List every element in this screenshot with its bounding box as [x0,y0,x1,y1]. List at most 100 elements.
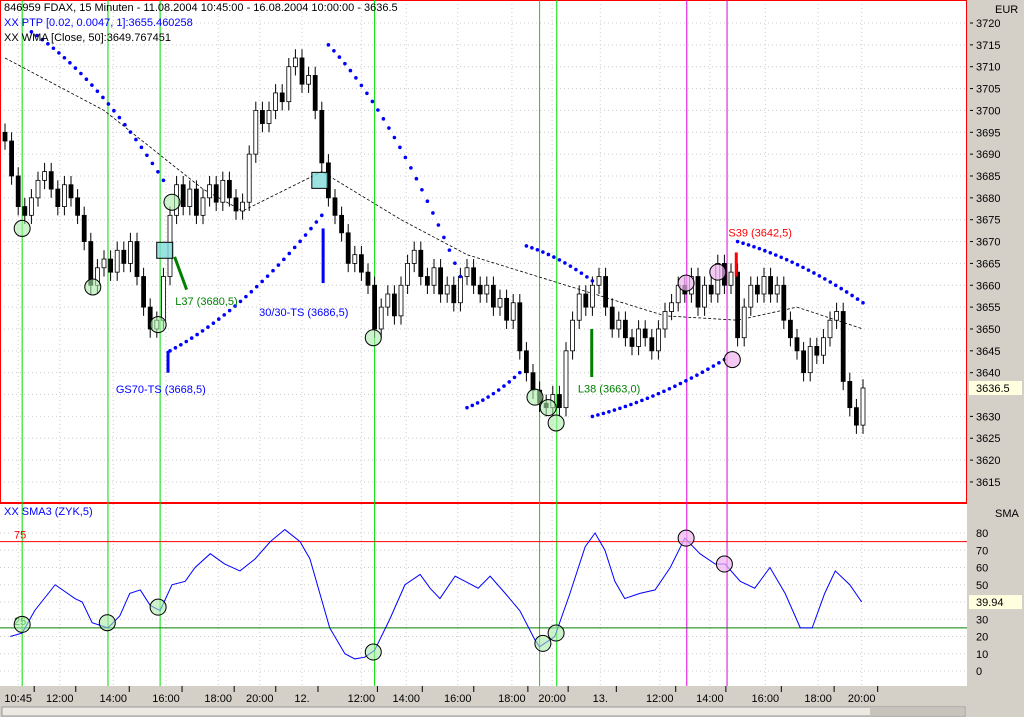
sar-dot [518,370,522,375]
sar-dot [348,68,353,73]
candle-body [279,92,285,103]
candle-body [220,179,226,203]
candle-body [457,276,463,304]
sar-dot [184,339,189,344]
sar-dot [607,409,611,414]
candle [807,337,813,382]
sar-dot [381,117,386,121]
sar-dot [512,375,517,380]
candle-body [114,249,120,273]
sar-dot [574,267,578,272]
candle-body [246,153,252,203]
last-price-label: 3636.5 [976,383,1010,395]
horizontal-scrollbar[interactable] [1,706,966,717]
candle [457,267,463,312]
sar-dot [695,373,699,377]
signal-label: 30/30-TS (3686,5) [259,307,348,319]
scrollbar-thumb[interactable] [870,708,964,715]
candle [497,289,503,316]
time-tick-label: 18:00 [804,693,832,705]
candle [774,276,780,303]
candle [695,267,701,316]
candle-body [821,337,826,356]
sar-dot [139,145,144,150]
sar-dot [656,391,661,396]
candle-body [55,188,61,207]
candle-body [62,184,67,207]
sar-dot [790,260,794,264]
candle [121,241,127,273]
candle-body [570,319,575,352]
sar-dot [634,400,639,405]
candle-body [609,306,615,330]
candle-body [702,284,707,308]
sar-dot [601,411,606,416]
candle [35,171,41,207]
candle-body [108,258,113,273]
chart-canvas[interactable]: L37 (3680,5) 30/30-TS (3686,5) GS70-TS (36… [0,0,1024,717]
sar-dot [95,89,100,93]
signal-label: L37 (3680,5) [175,296,237,308]
sar-dot [287,251,292,256]
sar-dot [453,261,457,265]
price-tick-label: 3715 [976,40,1000,52]
candle-body [358,254,364,273]
candle [629,328,635,356]
candle [603,267,608,316]
candle-body [788,319,793,339]
chart-title: 846959 FDAX, 15 Minuten - 11.08.2004 10:… [4,2,398,14]
candle-body [755,284,760,295]
price-tick-label: 3695 [976,127,1000,139]
sar-dot [861,300,865,305]
candle [517,294,523,360]
candle [768,267,773,303]
sar-dot [392,135,397,140]
candle [761,267,767,303]
sar-dot [189,336,194,340]
osc-signal-marker [13,615,31,633]
candle-body [616,319,622,330]
sar-dot [414,176,419,181]
sar-dot [806,268,811,272]
candle [2,123,8,150]
candle-body [68,184,74,199]
sar-dot [833,283,838,288]
osc-signal-marker [534,634,552,652]
time-tick-label: 18:00 [204,693,232,705]
candle [702,276,707,316]
price-tick-label: 3640 [976,368,1000,380]
candle [226,171,232,207]
candle-body [391,293,397,317]
sar-dot [112,108,116,113]
osc-tick-label: 20 [976,632,988,644]
sar-dot [173,346,178,350]
candle-body [708,284,714,295]
candle [616,311,622,338]
sar-dot [844,290,849,294]
candle-body [642,328,648,339]
candle-body [524,350,529,374]
candle-body [372,284,378,330]
sar-dot [179,342,183,347]
sar-dot [254,284,259,289]
sar-dot [326,43,331,47]
sar-dot [84,77,89,82]
sar-dot [823,277,827,281]
candle-body [504,297,510,321]
candle [127,232,133,273]
candle-body [2,131,8,142]
oscillator-title: XX SMA3 (ZYK,5) [4,506,93,518]
sar-dot [640,398,644,403]
sar-dot [700,370,705,374]
sar-dot [855,297,860,301]
sar-dot [585,275,589,279]
sar-dot [150,161,155,166]
candle [81,206,87,251]
candle-body [306,75,312,85]
candle [28,189,34,225]
candle-body [259,110,265,124]
candle-body [286,66,292,103]
candle-body [405,263,411,286]
sar-dot [458,274,463,279]
sar-dot [211,321,216,325]
